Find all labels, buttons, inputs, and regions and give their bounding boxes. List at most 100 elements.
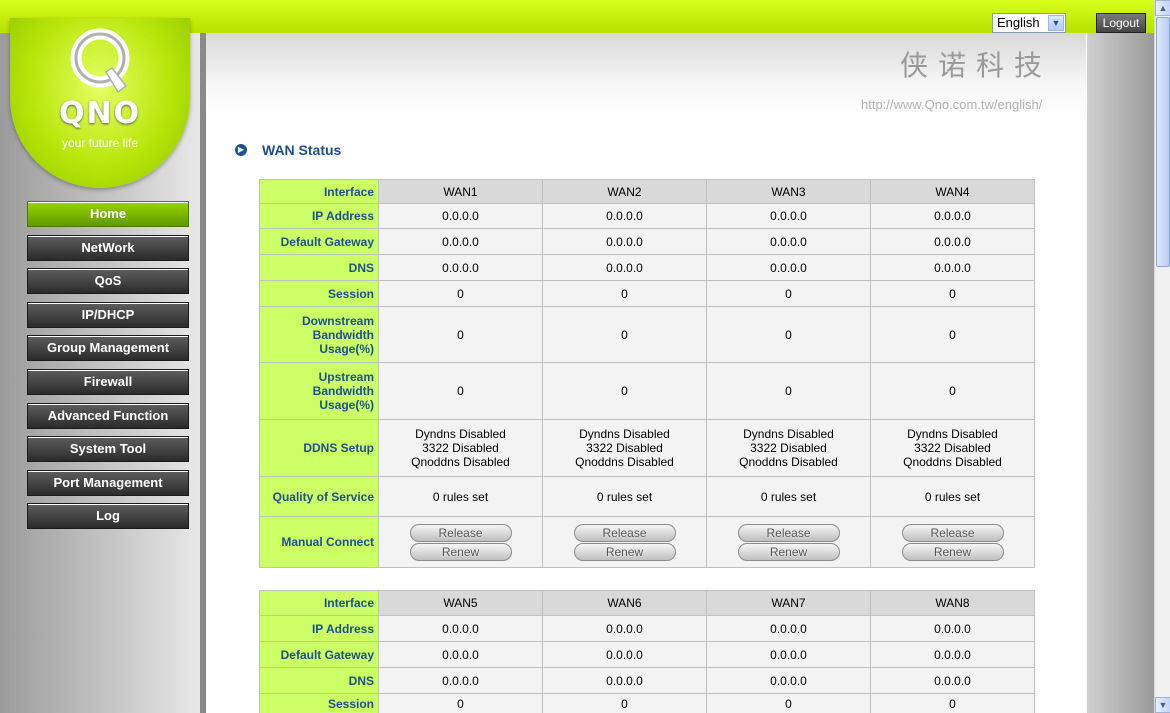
table-cell: 0 rules set <box>542 476 707 517</box>
scrollbar-thumb[interactable] <box>1156 17 1170 267</box>
language-select[interactable]: English ▼ <box>992 13 1066 33</box>
table-cell: 0 <box>706 362 871 420</box>
release-button-wan4[interactable]: Release <box>901 523 1004 542</box>
renew-button-wan1[interactable]: Renew <box>409 542 512 561</box>
wan-status-table-1: Interface WAN1 WAN2 WAN3 WAN4 IP Address… <box>259 179 1035 568</box>
chevron-down-icon[interactable]: ▼ <box>1048 15 1064 31</box>
nav-item-group-management[interactable]: Group Management <box>27 335 189 362</box>
release-button-wan2[interactable]: Release <box>573 523 676 542</box>
table-row: Interface WAN5 WAN6 WAN7 WAN8 <box>259 590 1035 616</box>
table-cell: 0 <box>378 280 543 307</box>
nav-item-system-tool[interactable]: System Tool <box>27 436 189 463</box>
table-row: DNS 0.0.0.0 0.0.0.0 0.0.0.0 0.0.0.0 <box>259 254 1035 281</box>
logout-button[interactable]: Logout <box>1096 13 1146 33</box>
table-row: IP Address 0.0.0.0 0.0.0.0 0.0.0.0 0.0.0… <box>259 203 1035 229</box>
row-label: Default Gateway <box>259 228 379 255</box>
table-cell: 0 <box>542 693 707 713</box>
table-cell: 0 <box>706 280 871 307</box>
table-row: DNS 0.0.0.0 0.0.0.0 0.0.0.0 0.0.0.0 <box>259 667 1035 694</box>
nav-item-network[interactable]: NetWork <box>27 234 189 261</box>
ddns-dyndns: Dyndns Disabled <box>415 427 506 441</box>
ddns-3322: 3322 Disabled <box>750 441 827 455</box>
renew-button-wan2[interactable]: Renew <box>573 542 676 561</box>
logo-brand-text: QNO <box>58 96 142 131</box>
nav-item-ip-dhcp[interactable]: IP/DHCP <box>27 301 189 328</box>
table-row: IP Address 0.0.0.0 0.0.0.0 0.0.0.0 0.0.0… <box>259 615 1035 642</box>
ddns-dyndns: Dyndns Disabled <box>579 427 670 441</box>
table-cell: 0 <box>870 693 1035 713</box>
table-row: Default Gateway 0.0.0.0 0.0.0.0 0.0.0.0 … <box>259 228 1035 255</box>
right-panel <box>1087 33 1154 713</box>
logo-tagline: your future life <box>61 136 139 150</box>
release-button-wan1[interactable]: Release <box>409 523 512 542</box>
table-cell: 0.0.0.0 <box>542 203 707 229</box>
manual-connect-cell: Release Renew <box>542 516 707 568</box>
row-label: DNS <box>259 254 379 281</box>
table-cell: 0.0.0.0 <box>378 254 543 281</box>
table-row: Upstream Bandwidth Usage(%) 0 0 0 0 <box>259 362 1035 420</box>
table-cell: 0.0.0.0 <box>870 641 1035 668</box>
ddns-3322: 3322 Disabled <box>422 441 499 455</box>
table-cell: 0.0.0.0 <box>706 667 871 694</box>
table-cell: 0.0.0.0 <box>706 641 871 668</box>
table-cell: 0 <box>378 306 543 363</box>
table-cell: 0 <box>870 306 1035 363</box>
row-label: IP Address <box>259 203 379 229</box>
table-cell: 0 rules set <box>378 476 543 517</box>
table-cell: 0.0.0.0 <box>542 641 707 668</box>
table-cell: 0.0.0.0 <box>870 667 1035 694</box>
scroll-down-icon[interactable]: ▼ <box>1155 697 1170 713</box>
nav-item-advanced-function[interactable]: Advanced Function <box>27 402 189 429</box>
table-row: Downstream Bandwidth Usage(%) 0 0 0 0 <box>259 306 1035 363</box>
table-cell: 0.0.0.0 <box>378 203 543 229</box>
nav-item-log[interactable]: Log <box>27 503 189 530</box>
column-header: WAN5 <box>378 590 543 616</box>
row-label: Manual Connect <box>259 516 379 568</box>
table-cell: 0.0.0.0 <box>542 254 707 281</box>
column-header: WAN2 <box>542 179 707 204</box>
table-cell: 0.0.0.0 <box>378 641 543 668</box>
column-header: WAN6 <box>542 590 707 616</box>
column-header: WAN8 <box>870 590 1035 616</box>
table-row: Interface WAN1 WAN2 WAN3 WAN4 <box>259 179 1035 204</box>
ddns-3322: 3322 Disabled <box>586 441 663 455</box>
ddns-3322: 3322 Disabled <box>914 441 991 455</box>
table-cell: 0.0.0.0 <box>542 615 707 642</box>
table-cell: 0 rules set <box>706 476 871 517</box>
row-label: Quality of Service <box>259 476 379 517</box>
table-cell: 0.0.0.0 <box>378 228 543 255</box>
nav-item-home[interactable]: Home <box>27 201 189 227</box>
table-cell: 0.0.0.0 <box>706 203 871 229</box>
renew-button-wan4[interactable]: Renew <box>901 542 1004 561</box>
row-label: DDNS Setup <box>259 419 379 477</box>
table-cell: 0 <box>378 693 543 713</box>
table-cell: 0 <box>542 306 707 363</box>
banner-url: http://www.Qno.com.tw/english/ <box>861 97 1043 112</box>
row-label: Downstream Bandwidth Usage(%) <box>259 306 379 363</box>
play-arrow-icon: ▶ <box>235 144 247 156</box>
column-header: WAN1 <box>378 179 543 204</box>
row-label: Session <box>259 693 379 713</box>
scroll-up-icon[interactable]: ▲ <box>1155 0 1170 16</box>
wan-status-table-2: Interface WAN5 WAN6 WAN7 WAN8 IP Address… <box>259 590 1035 713</box>
release-button-wan3[interactable]: Release <box>737 523 840 542</box>
nav-item-firewall[interactable]: Firewall <box>27 368 189 395</box>
table-cell: 0.0.0.0 <box>706 228 871 255</box>
nav-item-qos[interactable]: QoS <box>27 268 189 295</box>
table-cell: 0.0.0.0 <box>706 254 871 281</box>
nav-item-port-management[interactable]: Port Management <box>27 469 189 496</box>
renew-button-wan3[interactable]: Renew <box>737 542 840 561</box>
vertical-scrollbar[interactable]: ▲ ▼ <box>1154 0 1170 713</box>
banner-chinese-text: 侠诺科技 <box>900 49 1053 82</box>
manual-connect-cell: Release Renew <box>378 516 543 568</box>
ddns-dyndns: Dyndns Disabled <box>743 427 834 441</box>
table-cell: 0 <box>870 280 1035 307</box>
row-label: Interface <box>259 179 379 204</box>
table-row: Session 0 0 0 0 <box>259 693 1035 713</box>
q-logo-icon <box>70 28 130 94</box>
table-cell: 0.0.0.0 <box>542 228 707 255</box>
table-cell: 0 <box>378 362 543 420</box>
row-label: DNS <box>259 667 379 694</box>
table-cell: 0.0.0.0 <box>378 615 543 642</box>
ddns-qnoddns: Qnoddns Disabled <box>903 455 1002 469</box>
